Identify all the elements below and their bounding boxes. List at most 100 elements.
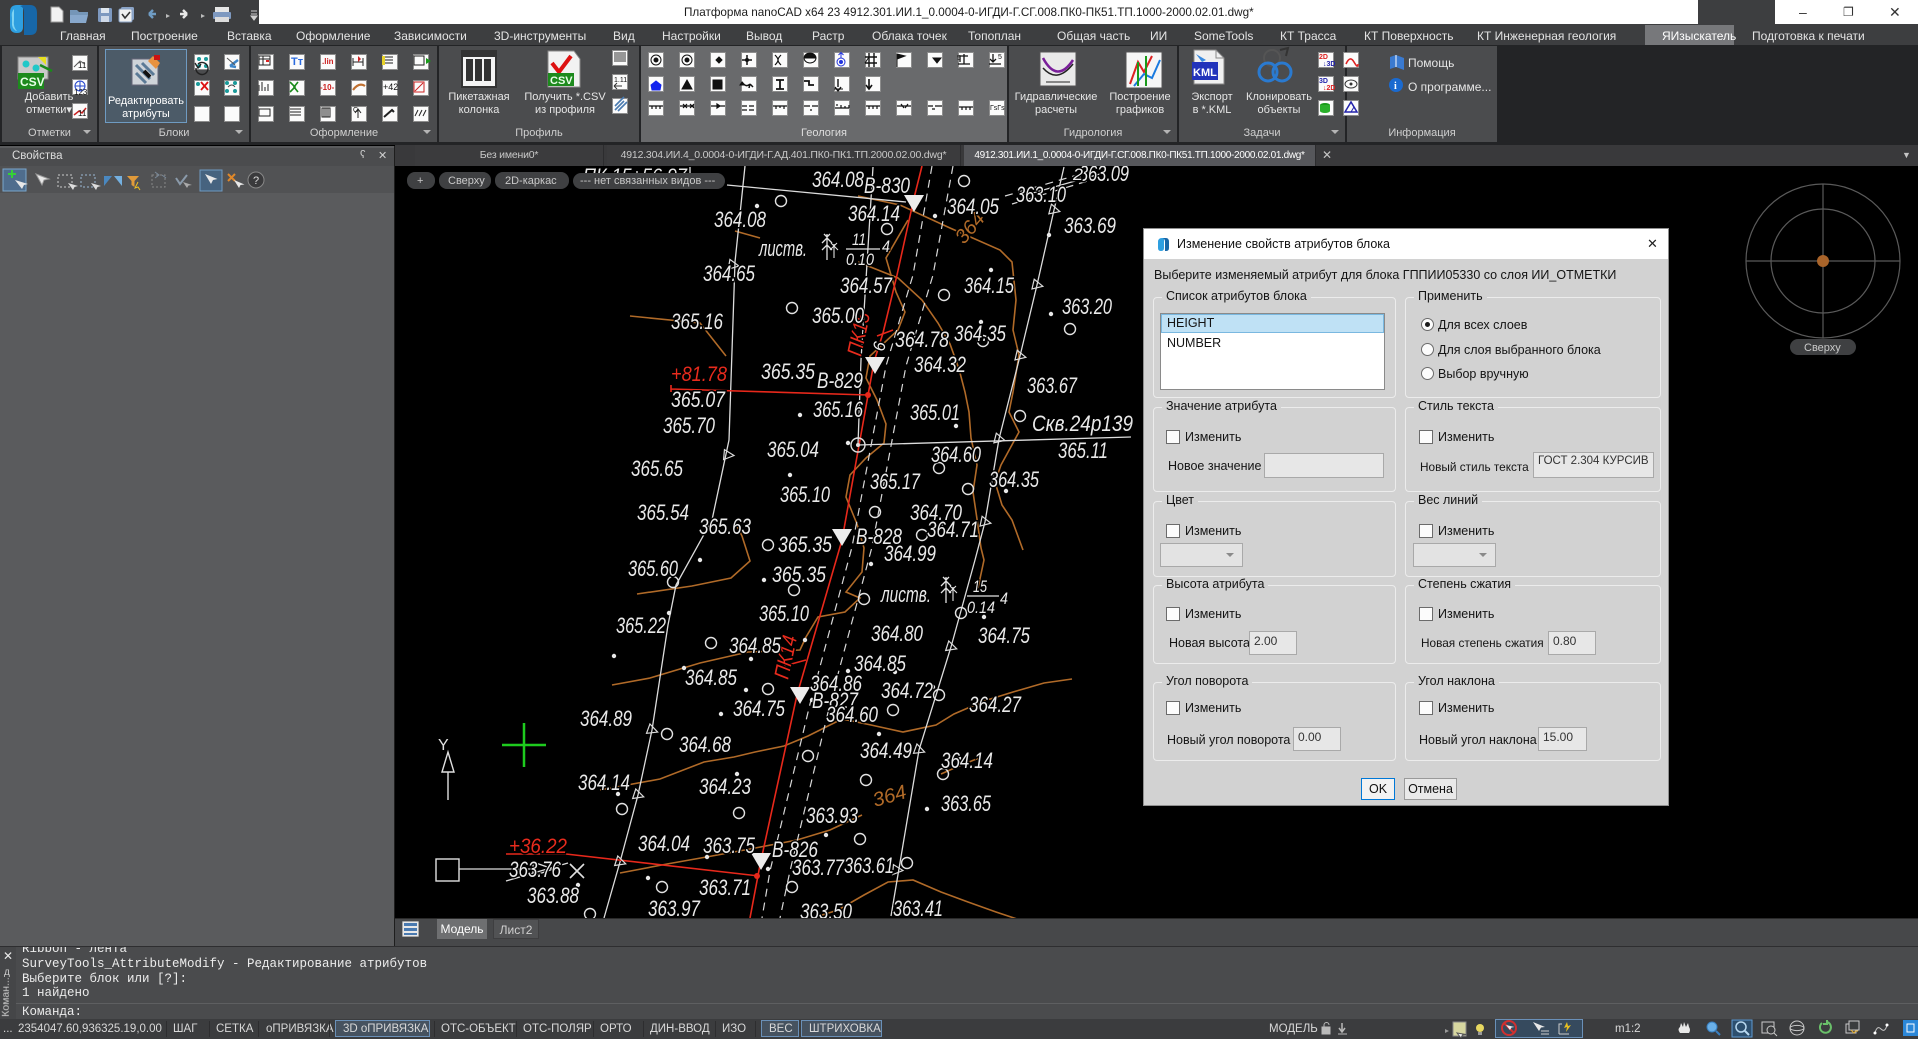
svg-text:365.54: 365.54 bbox=[637, 500, 689, 525]
svg-text:364.14: 364.14 bbox=[578, 770, 630, 795]
svg-text:365.00: 365.00 bbox=[812, 303, 865, 328]
svg-text:364.08: 364.08 bbox=[812, 167, 865, 192]
svg-text:364.23: 364.23 bbox=[699, 774, 752, 799]
svg-text:363.65: 363.65 bbox=[941, 791, 992, 816]
svg-text:ГsГs: ГsГs bbox=[990, 105, 1005, 112]
svg-text:364.35: 364.35 bbox=[989, 467, 1040, 492]
svg-text:↓2D: ↓2D bbox=[1323, 85, 1335, 92]
svg-text:KML: KML bbox=[1193, 67, 1217, 79]
svg-text:364.99: 364.99 bbox=[884, 541, 936, 566]
svg-text:365.63: 365.63 bbox=[699, 514, 752, 539]
svg-text:364.49: 364.49 bbox=[860, 738, 912, 763]
svg-text:листв.: листв. bbox=[758, 236, 807, 261]
svg-text:364.04: 364.04 bbox=[638, 831, 690, 856]
svg-text:364.72: 364.72 bbox=[881, 678, 933, 703]
svg-text:i: i bbox=[1394, 81, 1397, 92]
svg-text:Сверху: Сверху bbox=[448, 175, 485, 187]
svg-text:4: 4 bbox=[882, 237, 890, 256]
svg-text:1.11: 1.11 bbox=[614, 77, 627, 84]
svg-text:CSV: CSV bbox=[20, 75, 45, 89]
svg-text:В-829: В-829 bbox=[817, 368, 863, 393]
svg-text:+36.22: +36.22 bbox=[509, 835, 567, 858]
svg-text:0.14: 0.14 bbox=[967, 598, 995, 617]
svg-text:Tт: Tт bbox=[291, 56, 304, 68]
svg-text:2: 2 bbox=[1072, 166, 1084, 184]
svg-text:363.09: 363.09 bbox=[1079, 166, 1129, 186]
svg-text:364.27: 364.27 bbox=[969, 692, 1022, 717]
svg-text:363.75: 363.75 bbox=[703, 833, 756, 858]
svg-text:Y: Y bbox=[438, 737, 449, 754]
svg-text:CSV: CSV bbox=[550, 75, 573, 87]
svg-text:5: 5 bbox=[957, 55, 961, 62]
svg-text:365.35: 365.35 bbox=[778, 532, 833, 557]
svg-text:363.71: 363.71 bbox=[699, 875, 751, 900]
svg-text:2D-каркас: 2D-каркас bbox=[505, 175, 557, 187]
svg-text:364.60: 364.60 bbox=[826, 702, 879, 727]
svg-text:363.88: 363.88 bbox=[527, 883, 580, 908]
svg-text:C: C bbox=[353, 107, 358, 114]
svg-text:5: 5 bbox=[998, 54, 1002, 61]
svg-text:365.70: 365.70 bbox=[663, 413, 716, 438]
svg-text:--- нет связанных видов ---: --- нет связанных видов --- bbox=[580, 175, 716, 187]
svg-text:11: 11 bbox=[78, 61, 87, 70]
svg-text:364.75: 364.75 bbox=[733, 696, 786, 721]
svg-text:365.35: 365.35 bbox=[772, 562, 827, 587]
svg-text:365.16: 365.16 bbox=[813, 397, 864, 422]
svg-text:Скв.24р139: Скв.24р139 bbox=[1032, 411, 1133, 436]
svg-text:363.10: 363.10 bbox=[1016, 182, 1067, 207]
svg-text:364.68: 364.68 bbox=[679, 732, 732, 757]
svg-text:?: ? bbox=[253, 175, 259, 187]
svg-text:365.22: 365.22 bbox=[616, 613, 666, 638]
svg-text:15: 15 bbox=[973, 577, 987, 596]
svg-text:363.41: 363.41 bbox=[893, 896, 943, 918]
svg-text:363.61: 363.61 bbox=[844, 853, 894, 878]
svg-text:364.65: 364.65 bbox=[703, 261, 756, 286]
svg-text:11: 11 bbox=[852, 230, 866, 249]
svg-text:листв.: листв. bbox=[880, 582, 931, 607]
svg-text:364.60: 364.60 bbox=[931, 442, 982, 467]
svg-text:364: 364 bbox=[870, 781, 909, 812]
svg-text:11: 11 bbox=[78, 109, 87, 118]
svg-text:.lin: .lin bbox=[322, 57, 334, 66]
svg-text:364.71: 364.71 bbox=[927, 517, 979, 542]
svg-text:Сверху: Сверху bbox=[1804, 342, 1841, 354]
svg-text:2D: 2D bbox=[1319, 54, 1328, 61]
svg-text:363.97: 363.97 bbox=[648, 896, 701, 918]
svg-text:364.75: 364.75 bbox=[978, 623, 1031, 648]
svg-text:364.14: 364.14 bbox=[848, 201, 900, 226]
svg-text:363.76: 363.76 bbox=[509, 857, 562, 882]
svg-text:364.15: 364.15 bbox=[964, 273, 1015, 298]
svg-text:363.20: 363.20 bbox=[1062, 294, 1113, 319]
svg-text:363.93: 363.93 bbox=[806, 803, 859, 828]
svg-text:364.85: 364.85 bbox=[729, 633, 782, 658]
svg-text:364.32: 364.32 bbox=[914, 352, 966, 377]
svg-text:365.07: 365.07 bbox=[671, 387, 726, 412]
svg-text:364.05: 364.05 bbox=[947, 194, 1000, 219]
svg-text:↓3D: ↓3D bbox=[1323, 61, 1335, 68]
svg-text:364.78: 364.78 bbox=[895, 327, 950, 352]
svg-text:365.65: 365.65 bbox=[631, 456, 684, 481]
svg-text:364.89: 364.89 bbox=[580, 706, 632, 731]
svg-text:365.17: 365.17 bbox=[870, 469, 921, 494]
svg-text:364.85: 364.85 bbox=[685, 665, 738, 690]
svg-text:363.77: 363.77 bbox=[792, 855, 845, 880]
svg-text:364.08: 364.08 bbox=[714, 207, 767, 232]
svg-text:364.35: 364.35 bbox=[954, 321, 1007, 346]
svg-text:0.10: 0.10 bbox=[846, 250, 874, 269]
svg-text:365.60: 365.60 bbox=[628, 556, 679, 581]
svg-text:+: + bbox=[417, 175, 423, 187]
svg-text:365.11: 365.11 bbox=[1058, 438, 1108, 463]
svg-text:363.67: 363.67 bbox=[1027, 373, 1078, 398]
svg-text:363.69: 363.69 bbox=[1064, 213, 1116, 238]
svg-text:365.04: 365.04 bbox=[767, 437, 819, 462]
svg-text:365.16: 365.16 bbox=[671, 309, 724, 334]
svg-text:365.01: 365.01 bbox=[910, 400, 960, 425]
svg-text:365.10: 365.10 bbox=[780, 482, 831, 507]
svg-text:364.80: 364.80 bbox=[871, 621, 924, 646]
svg-text:363.50: 363.50 bbox=[800, 899, 853, 918]
svg-text:+42: +42 bbox=[383, 82, 398, 92]
svg-text:123: 123 bbox=[74, 88, 88, 97]
svg-text:+81.78: +81.78 bbox=[671, 363, 727, 386]
svg-text:3D: 3D bbox=[1319, 78, 1328, 85]
svg-text:365.35: 365.35 bbox=[761, 359, 816, 384]
